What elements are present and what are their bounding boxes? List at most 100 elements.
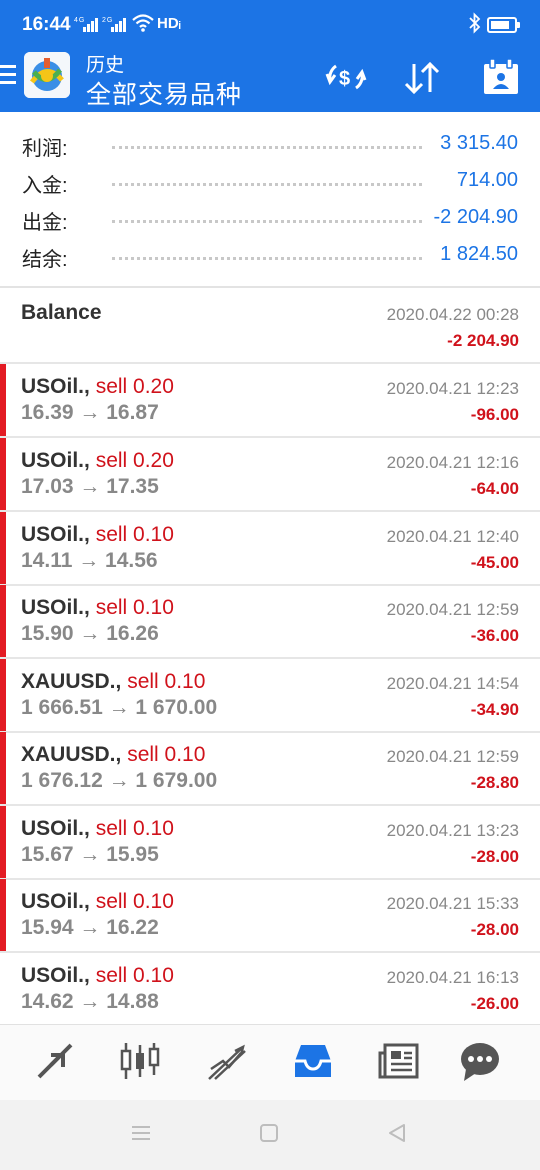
deal-prices: 14.11 → 14.56 [21, 549, 158, 572]
balance-row[interactable]: Balance 2020.04.22 00:28 -2 204.90 [0, 290, 540, 364]
deal-row[interactable]: USOil., sell 0.10 15.67 → 15.95 2020.04.… [0, 806, 540, 880]
deal-profit: -34.90 [470, 700, 519, 719]
deal-profit: -28.00 [470, 920, 519, 939]
history-icon[interactable] [291, 1039, 335, 1083]
summary-label: 结余: [22, 249, 68, 271]
dotted-leader [112, 220, 422, 223]
battery-icon [487, 17, 520, 33]
sell-indicator [0, 806, 6, 878]
symbol-name: USOil., [21, 596, 90, 619]
summary-panel: 利润: 3 315.40 入金: 714.00 出金: -2 204.90 结余… [0, 112, 540, 288]
svg-text:2G: 2G [102, 17, 113, 24]
deal-row[interactable]: USOil., sell 0.10 14.11 → 14.56 2020.04.… [0, 512, 540, 586]
deal-time: 2020.04.21 12:23 [386, 379, 519, 398]
deal-prices: 1 676.12 → 1 679.00 [21, 769, 218, 792]
summary-value: -2 204.90 [433, 206, 518, 228]
summary-label: 利润: [22, 138, 68, 160]
quotes-icon[interactable] [33, 1039, 77, 1083]
news-icon[interactable] [377, 1039, 421, 1083]
deal-profit: -45.00 [470, 553, 519, 572]
summary-value: 714.00 [456, 169, 518, 191]
home-icon[interactable] [258, 1122, 280, 1149]
symbol-name: USOil., [21, 964, 90, 987]
deal-side: sell 0.10 [95, 964, 174, 987]
deal-time: 2020.04.21 15:33 [386, 894, 519, 913]
symbol-name: USOil., [21, 523, 90, 546]
summary-label: 入金: [22, 175, 68, 197]
menu-icon[interactable] [0, 65, 16, 89]
deal-time: 2020.04.21 16:13 [386, 968, 519, 987]
bottom-nav [0, 1024, 540, 1100]
deal-side: sell 0.10 [127, 670, 206, 693]
deal-row[interactable]: USOil., sell 0.10 15.94 → 16.22 2020.04.… [0, 879, 540, 953]
app-logo [24, 52, 70, 98]
symbol-name: XAUUSD., [21, 670, 122, 693]
system-navigation-bar [0, 1100, 540, 1170]
deal-row[interactable]: XAUUSD., sell 0.10 1 666.51 → 1 670.00 2… [0, 659, 540, 733]
deal-time: 2020.04.22 00:28 [386, 305, 519, 324]
deal-profit: -96.00 [470, 405, 519, 424]
deal-row[interactable]: USOil., sell 0.10 14.62 → 14.88 2020.04.… [0, 953, 540, 1027]
deal-prices: 14.62 → 14.88 [21, 990, 159, 1013]
wifi-icon [132, 13, 154, 38]
deal-symbol: USOil., sell 0.20 [21, 375, 174, 399]
deal-profit: -36.00 [470, 626, 519, 645]
symbol-name: USOil., [21, 375, 90, 398]
deal-row[interactable]: USOil., sell 0.20 16.39 → 16.87 2020.04.… [0, 364, 540, 438]
deal-row[interactable]: USOil., sell 0.10 15.90 → 16.26 2020.04.… [0, 585, 540, 659]
deal-prices: 15.67 → 15.95 [21, 843, 159, 866]
calendar-icon[interactable] [482, 58, 520, 101]
back-icon[interactable] [386, 1122, 408, 1149]
summary-row-withdrawal: 出金: -2 204.90 [0, 200, 540, 236]
deal-symbol: USOil., sell 0.10 [21, 890, 174, 914]
hd-indicator: HDᵢ [157, 15, 181, 32]
deal-side: sell 0.10 [95, 596, 174, 619]
deal-row[interactable]: USOil., sell 0.20 17.03 → 17.35 2020.04.… [0, 438, 540, 512]
chat-icon[interactable] [458, 1039, 502, 1083]
currency-exchange-icon[interactable]: $ [324, 60, 368, 99]
balance-label: Balance [21, 301, 102, 324]
chart-icon[interactable] [118, 1039, 162, 1083]
recents-menu-icon[interactable] [130, 1122, 152, 1149]
deal-symbol: USOil., sell 0.10 [21, 964, 174, 988]
deal-time: 2020.04.21 13:23 [386, 821, 519, 840]
dotted-leader [112, 257, 422, 260]
summary-value: 1 824.50 [440, 243, 518, 265]
deal-side: sell 0.10 [95, 817, 174, 840]
dotted-leader [112, 183, 422, 186]
sell-indicator [0, 732, 6, 804]
deal-symbol: USOil., sell 0.10 [21, 817, 174, 841]
bluetooth-icon [468, 12, 482, 39]
deal-symbol: USOil., sell 0.20 [21, 449, 174, 473]
deal-prices: 17.03 → 17.35 [21, 475, 159, 498]
deal-time: 2020.04.21 12:16 [386, 453, 519, 472]
page-title[interactable]: 全部交易品种 [86, 75, 242, 111]
status-time: 16:44 [22, 14, 71, 35]
summary-label: 出金: [22, 212, 68, 234]
summary-row-profit: 利润: 3 315.40 [0, 126, 540, 162]
deal-profit: -26.00 [470, 994, 519, 1013]
deal-prices: 1 666.51 → 1 670.00 [21, 696, 218, 719]
deal-profit: -28.00 [470, 847, 519, 866]
sell-indicator [0, 512, 6, 584]
deal-profit: -28.80 [470, 773, 519, 792]
svg-text:$: $ [339, 68, 350, 90]
sell-indicator [0, 879, 6, 951]
dotted-leader [112, 146, 422, 149]
sell-indicator [0, 438, 6, 510]
deal-side: sell 0.20 [95, 449, 174, 472]
summary-row-deposit: 入金: 714.00 [0, 163, 540, 199]
sell-indicator [0, 364, 6, 436]
sort-icon[interactable] [402, 60, 442, 101]
deal-symbol: XAUUSD., sell 0.10 [21, 743, 205, 767]
app-bar: 历史 全部交易品种 $ [0, 50, 540, 112]
deal-prices: 15.94 → 16.22 [21, 916, 159, 939]
symbol-name: XAUUSD., [21, 743, 122, 766]
deal-prices: 15.90 → 16.26 [21, 622, 159, 645]
deal-row[interactable]: XAUUSD., sell 0.10 1 676.12 → 1 679.00 2… [0, 732, 540, 806]
trade-icon[interactable] [205, 1039, 249, 1083]
deal-profit: -64.00 [470, 479, 519, 498]
deal-symbol: USOil., sell 0.10 [21, 523, 174, 547]
deal-time: 2020.04.21 12:59 [386, 747, 519, 766]
sell-indicator [0, 659, 6, 731]
